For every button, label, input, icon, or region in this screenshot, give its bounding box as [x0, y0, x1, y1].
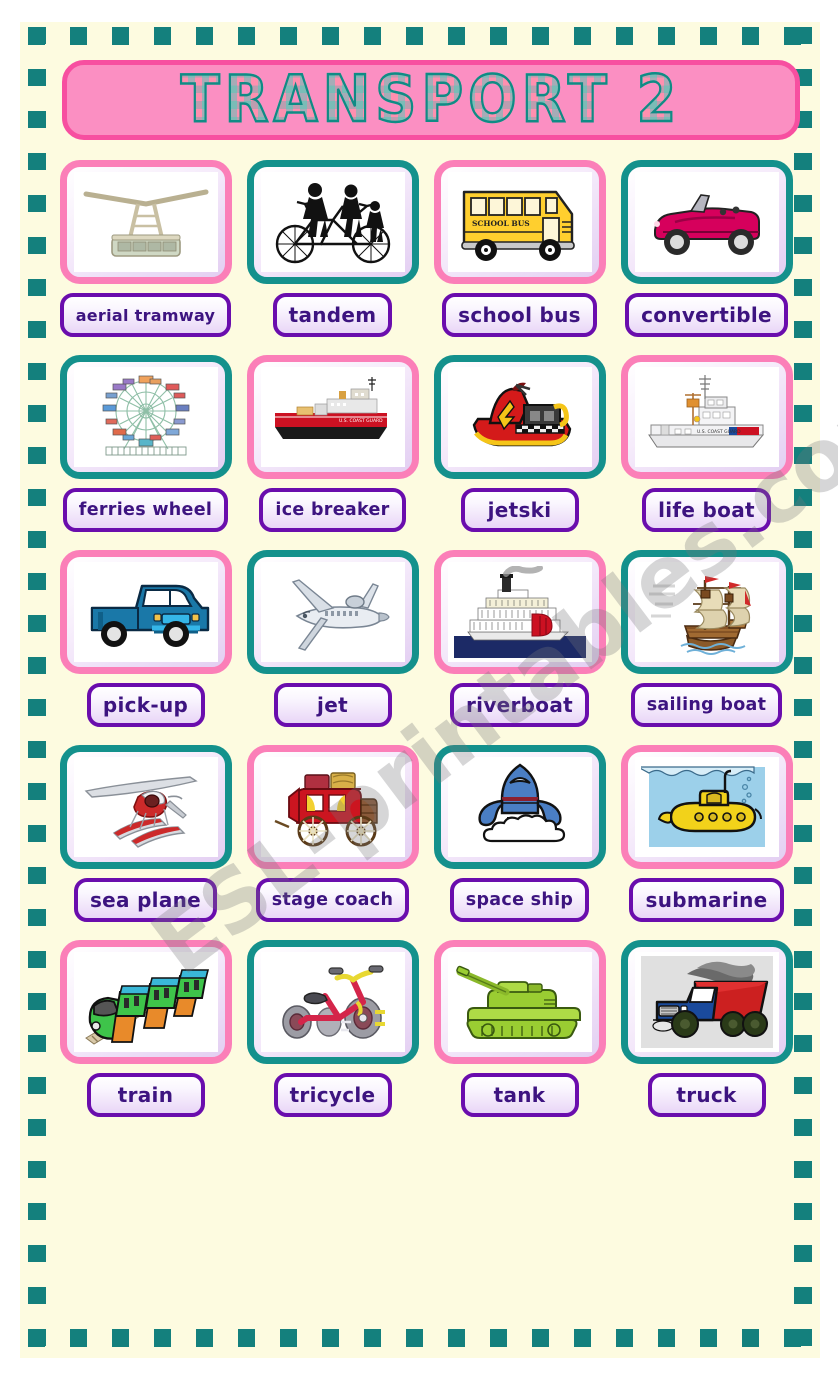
vocab-label: life boat: [642, 488, 771, 532]
tank-icon: [447, 952, 592, 1052]
picture-card: SCHOOL BUS: [433, 160, 606, 284]
vocab-label: space ship: [449, 878, 590, 922]
vocab-label: tandem: [272, 293, 393, 337]
picture-card: [246, 160, 419, 284]
life-boat-icon: U.S. COAST GUARD: [634, 367, 779, 467]
space-ship-icon: [447, 757, 592, 857]
card-row: pick-up jet riverboat sailing boat: [52, 550, 800, 727]
convertible-car-icon: [634, 172, 779, 272]
card-row: sea plane stage coach space ship submari…: [52, 745, 800, 922]
vocab-label: train: [86, 1073, 205, 1117]
vocab-cell-space-ship[interactable]: space ship: [426, 745, 613, 922]
ferris-wheel-icon: [73, 367, 218, 467]
vocab-label: school bus: [442, 293, 597, 337]
sea-plane-icon: [73, 757, 218, 857]
vocab-label: jet: [273, 683, 392, 727]
vocab-cell-pick-up[interactable]: pick-up: [52, 550, 239, 727]
vocab-label: convertible: [625, 293, 788, 337]
vocab-cell-convertible[interactable]: convertible: [613, 160, 800, 337]
tandem-bicycle-icon: [260, 172, 405, 272]
picture-card: [59, 160, 232, 284]
vocab-label: truck: [647, 1073, 766, 1117]
vocab-label: stage coach: [255, 878, 410, 922]
sailing-ship-icon: [634, 562, 779, 662]
picture-card: [620, 160, 793, 284]
vocab-label: riverboat: [450, 683, 589, 727]
vocab-label: pick-up: [86, 683, 205, 727]
row-spacer: [52, 532, 800, 550]
picture-card: [433, 550, 606, 674]
svg-text:SCHOOL BUS: SCHOOL BUS: [472, 219, 530, 228]
picture-card: [59, 745, 232, 869]
vocab-cell-sailing-boat[interactable]: sailing boat: [613, 550, 800, 727]
row-spacer: [52, 922, 800, 940]
title-banner: TRANSPORT 2: [62, 60, 800, 140]
school-bus-icon: SCHOOL BUS: [447, 172, 592, 272]
worksheet-page: TRANSPORT 2 ESL-printables.com aerial tr…: [0, 0, 838, 1389]
picture-card: [246, 940, 419, 1064]
vocab-label: jetski: [460, 488, 579, 532]
aerial-tramway-icon: [73, 172, 218, 272]
vocab-label: sailing boat: [630, 683, 783, 727]
picture-card: [59, 355, 232, 479]
vocab-label: tank: [460, 1073, 579, 1117]
vocab-cell-submarine[interactable]: submarine: [613, 745, 800, 922]
dump-truck-icon: [634, 952, 779, 1052]
picture-card: [620, 550, 793, 674]
vocab-label: sea plane: [73, 878, 218, 922]
card-row: aerial tramway tandem SCHOOL BUS school …: [52, 160, 800, 337]
jetski-icon: [447, 367, 592, 467]
vocab-cell-tandem[interactable]: tandem: [239, 160, 426, 337]
vocab-cell-sea-plane[interactable]: sea plane: [52, 745, 239, 922]
submarine-icon: [634, 757, 779, 857]
vocab-label: tricycle: [273, 1073, 392, 1117]
vocab-cell-stage-coach[interactable]: stage coach: [239, 745, 426, 922]
vocab-cell-jet[interactable]: jet: [239, 550, 426, 727]
vocab-cell-tank[interactable]: tank: [426, 940, 613, 1117]
ice-breaker-ship-icon: U.S. COAST GUARD: [260, 367, 405, 467]
pickup-truck-icon: [73, 562, 218, 662]
vocab-label: aerial tramway: [59, 293, 232, 337]
svg-text:U.S. COAST GUARD: U.S. COAST GUARD: [339, 418, 383, 424]
picture-card: [246, 745, 419, 869]
picture-card: [433, 940, 606, 1064]
frame-left-dashes: [28, 27, 46, 1347]
vocab-cell-tricycle[interactable]: tricycle: [239, 940, 426, 1117]
picture-card: [59, 550, 232, 674]
vocab-label: ice breaker: [259, 488, 406, 532]
picture-card: [433, 745, 606, 869]
vocab-cell-ice-breaker[interactable]: U.S. COAST GUARD ice breaker: [239, 355, 426, 532]
svg-text:U.S. COAST GUARD: U.S. COAST GUARD: [697, 429, 741, 435]
frame-bottom-dashes: [28, 1329, 812, 1347]
row-spacer: [52, 337, 800, 355]
riverboat-icon: [447, 562, 592, 662]
vocab-cell-aerial-tramway[interactable]: aerial tramway: [52, 160, 239, 337]
picture-card: [59, 940, 232, 1064]
vocab-label: submarine: [629, 878, 784, 922]
picture-card: [620, 940, 793, 1064]
vocab-cell-riverboat[interactable]: riverboat: [426, 550, 613, 727]
page-title: TRANSPORT 2: [180, 62, 682, 137]
picture-card: U.S. COAST GUARD: [246, 355, 419, 479]
vocab-cell-jetski[interactable]: jetski: [426, 355, 613, 532]
picture-card: [620, 745, 793, 869]
train-icon: [73, 952, 218, 1052]
frame-top-dashes: [28, 27, 812, 45]
picture-card: [246, 550, 419, 674]
picture-card: [433, 355, 606, 479]
vocab-cell-train[interactable]: train: [52, 940, 239, 1117]
jet-plane-icon: [260, 562, 405, 662]
tricycle-icon: [260, 952, 405, 1052]
vocab-cell-life-boat[interactable]: U.S. COAST GUARD life boat: [613, 355, 800, 532]
vocabulary-grid: aerial tramway tandem SCHOOL BUS school …: [52, 160, 800, 1117]
vocab-label: ferries wheel: [62, 488, 229, 532]
row-spacer: [52, 727, 800, 745]
stage-coach-icon: [260, 757, 405, 857]
vocab-cell-ferries-wheel[interactable]: ferries wheel: [52, 355, 239, 532]
picture-card: U.S. COAST GUARD: [620, 355, 793, 479]
card-row: ferries wheel U.S. COAST GUARD ice break…: [52, 355, 800, 532]
card-row: train tricycle tank truck: [52, 940, 800, 1117]
vocab-cell-school-bus[interactable]: SCHOOL BUS school bus: [426, 160, 613, 337]
vocab-cell-truck[interactable]: truck: [613, 940, 800, 1117]
